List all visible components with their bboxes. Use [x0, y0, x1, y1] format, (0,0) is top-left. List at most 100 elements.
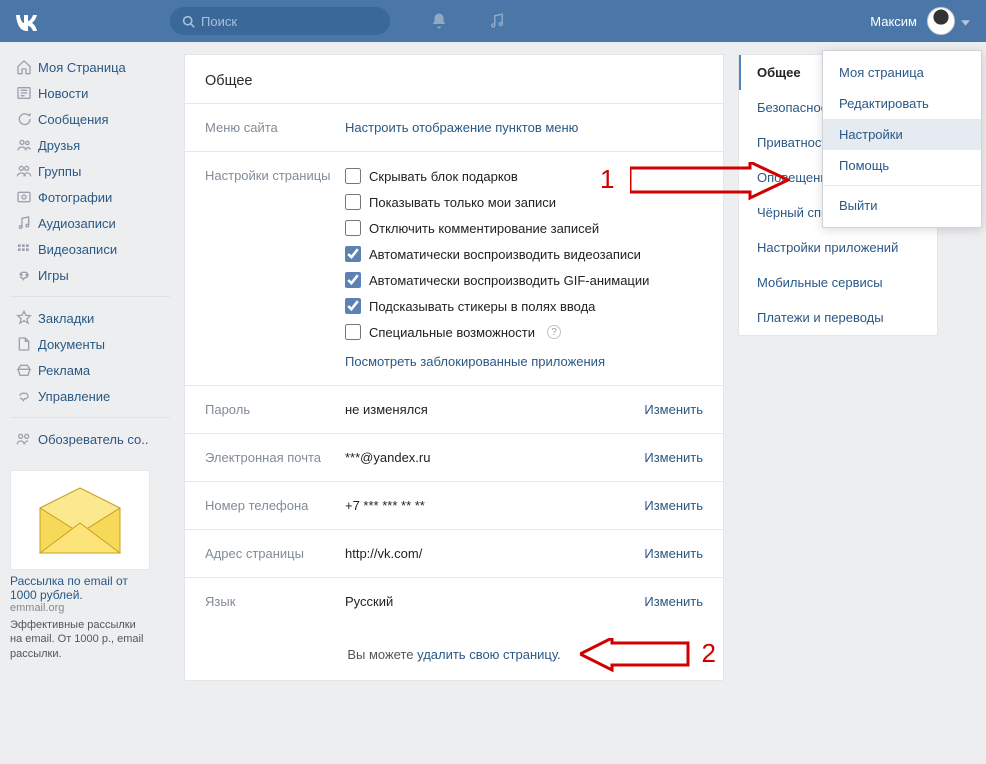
checkbox[interactable] — [345, 194, 361, 210]
change-link[interactable]: Изменить — [644, 498, 703, 513]
settings-tab[interactable]: Мобильные сервисы — [739, 265, 937, 300]
blocked-apps-link[interactable]: Посмотреть заблокированные приложения — [345, 354, 605, 369]
annotation-label-2: 2 — [702, 638, 716, 669]
nav-icon — [16, 388, 38, 404]
sidebar-item[interactable]: Друзья — [10, 132, 170, 158]
search-placeholder: Поиск — [201, 14, 237, 29]
checkbox[interactable] — [345, 298, 361, 314]
sidebar-item[interactable]: Моя Страница — [10, 54, 170, 80]
user-dropdown: Моя страницаРедактироватьНастройкиПомощь… — [822, 50, 982, 228]
delete-page-link[interactable]: удалить свою страницу. — [417, 647, 561, 662]
user-name: Максим — [870, 14, 917, 29]
checkbox[interactable] — [345, 272, 361, 288]
dropdown-item[interactable]: Настройки — [823, 119, 981, 150]
sidebar-item[interactable]: Обозреватель со.. — [10, 426, 170, 452]
checkbox-row[interactable]: Специальные возможности? — [345, 324, 703, 340]
help-icon[interactable]: ? — [547, 325, 561, 339]
ad-image-envelope-icon — [10, 470, 150, 570]
dropdown-item-exit[interactable]: Выйти — [823, 190, 981, 221]
nav-icon — [16, 215, 38, 231]
checkbox-row[interactable]: Автоматически воспроизводить GIF-анимаци… — [345, 272, 703, 288]
sidebar-item[interactable]: Группы — [10, 158, 170, 184]
nav-icon — [16, 431, 38, 447]
sidebar-item[interactable]: Управление — [10, 383, 170, 409]
setting-row-lang: ЯзыкРусскийИзменить — [185, 578, 723, 625]
sidebar-item-label: Фотографии — [38, 190, 112, 205]
panel-heading: Общее — [185, 55, 723, 103]
checkbox-row[interactable]: Подсказывать стикеры в полях ввода — [345, 298, 703, 314]
nav-icon — [16, 59, 38, 75]
avatar — [927, 7, 955, 35]
row-value: http://vk.com/ — [345, 546, 644, 561]
row-value: +7 *** *** ** ** — [345, 498, 644, 513]
nav-icon — [16, 111, 38, 127]
sidebar-item[interactable]: Реклама — [10, 357, 170, 383]
vk-logo-icon[interactable] — [12, 7, 40, 35]
row-label: Электронная почта — [205, 450, 345, 465]
nav-icon — [16, 137, 38, 153]
nav-icon — [16, 310, 38, 326]
checkbox[interactable] — [345, 220, 361, 236]
left-sidebar: Моя Страница НовостиСообщенияДрузья Группы… — [10, 54, 170, 681]
change-link[interactable]: Изменить — [644, 546, 703, 561]
row-value: Русский — [345, 594, 644, 609]
checkbox-row[interactable]: Автоматически воспроизводить видеозаписи — [345, 246, 703, 262]
ad-block[interactable]: Рассылка по email от 1000 рублей. emmail… — [10, 470, 150, 661]
sidebar-item[interactable]: Фотографии — [10, 184, 170, 210]
nav-icon — [16, 163, 38, 179]
page-settings-label: Настройки страницы — [205, 168, 345, 369]
settings-tab[interactable]: Платежи и переводы — [739, 300, 937, 335]
checkbox-label: Автоматически воспроизводить видеозаписи — [369, 247, 641, 262]
configure-menu-link[interactable]: Настроить отображение пунктов меню — [345, 120, 578, 135]
nav-icon — [16, 267, 38, 283]
search-input[interactable]: Поиск — [170, 7, 390, 35]
checkbox-label: Скрывать блок подарков — [369, 169, 518, 184]
nav-icon — [16, 85, 38, 101]
dropdown-item[interactable]: Редактировать — [823, 88, 981, 119]
change-link[interactable]: Изменить — [644, 402, 703, 417]
nav-icon — [16, 241, 38, 257]
sidebar-item-label: Игры — [38, 268, 69, 283]
sidebar-item-label: Реклама — [38, 363, 90, 378]
sidebar-item-label: Документы — [38, 337, 105, 352]
nav-divider — [10, 296, 170, 297]
checkbox-label: Отключить комментирование записей — [369, 221, 599, 236]
settings-tab[interactable]: Настройки приложений — [739, 230, 937, 265]
sidebar-item[interactable]: Сообщения — [10, 106, 170, 132]
notifications-icon[interactable] — [430, 12, 448, 30]
sidebar-item-label: Закладки — [38, 311, 94, 326]
sidebar-item[interactable]: Закладки — [10, 305, 170, 331]
checkbox-label: Специальные возможности — [369, 325, 535, 340]
music-icon[interactable] — [488, 12, 506, 30]
checkbox-label: Показывать только мои записи — [369, 195, 556, 210]
nav-divider — [10, 417, 170, 418]
sidebar-item[interactable]: Игры — [10, 262, 170, 288]
setting-row-password: Парольне изменялсяИзменить — [185, 386, 723, 433]
checkbox[interactable] — [345, 246, 361, 262]
row-label: Пароль — [205, 402, 345, 417]
setting-row-email: Электронная почта***@yandex.ruИзменить — [185, 434, 723, 481]
checkbox[interactable] — [345, 168, 361, 184]
row-label: Язык — [205, 594, 345, 609]
sidebar-item[interactable]: Видеозаписи — [10, 236, 170, 262]
setting-row-phone: Номер телефона+7 *** *** ** **Изменить — [185, 482, 723, 529]
settings-panel: Общее Меню сайта Настроить отображение п… — [184, 54, 724, 681]
sidebar-item[interactable]: Новости — [10, 80, 170, 106]
checkbox-label: Подсказывать стикеры в полях ввода — [369, 299, 595, 314]
checkbox[interactable] — [345, 324, 361, 340]
user-menu-button[interactable]: Максим — [870, 7, 970, 35]
sidebar-item[interactable]: Документы — [10, 331, 170, 357]
checkbox-row[interactable]: Отключить комментирование записей — [345, 220, 703, 236]
row-label: Номер телефона — [205, 498, 345, 513]
change-link[interactable]: Изменить — [644, 594, 703, 609]
sidebar-item-label: Моя Страница — [38, 60, 126, 75]
dropdown-item[interactable]: Помощь — [823, 150, 981, 181]
sidebar-item-label: Группы — [38, 164, 81, 179]
dropdown-item[interactable]: Моя страница — [823, 57, 981, 88]
annotation-arrow-1: 1 — [630, 162, 790, 205]
change-link[interactable]: Изменить — [644, 450, 703, 465]
ad-domain: emmail.org — [10, 602, 150, 614]
sidebar-item[interactable]: Аудиозаписи — [10, 210, 170, 236]
chevron-down-icon — [961, 14, 970, 29]
annotation-arrow-2: 2 — [580, 638, 690, 677]
